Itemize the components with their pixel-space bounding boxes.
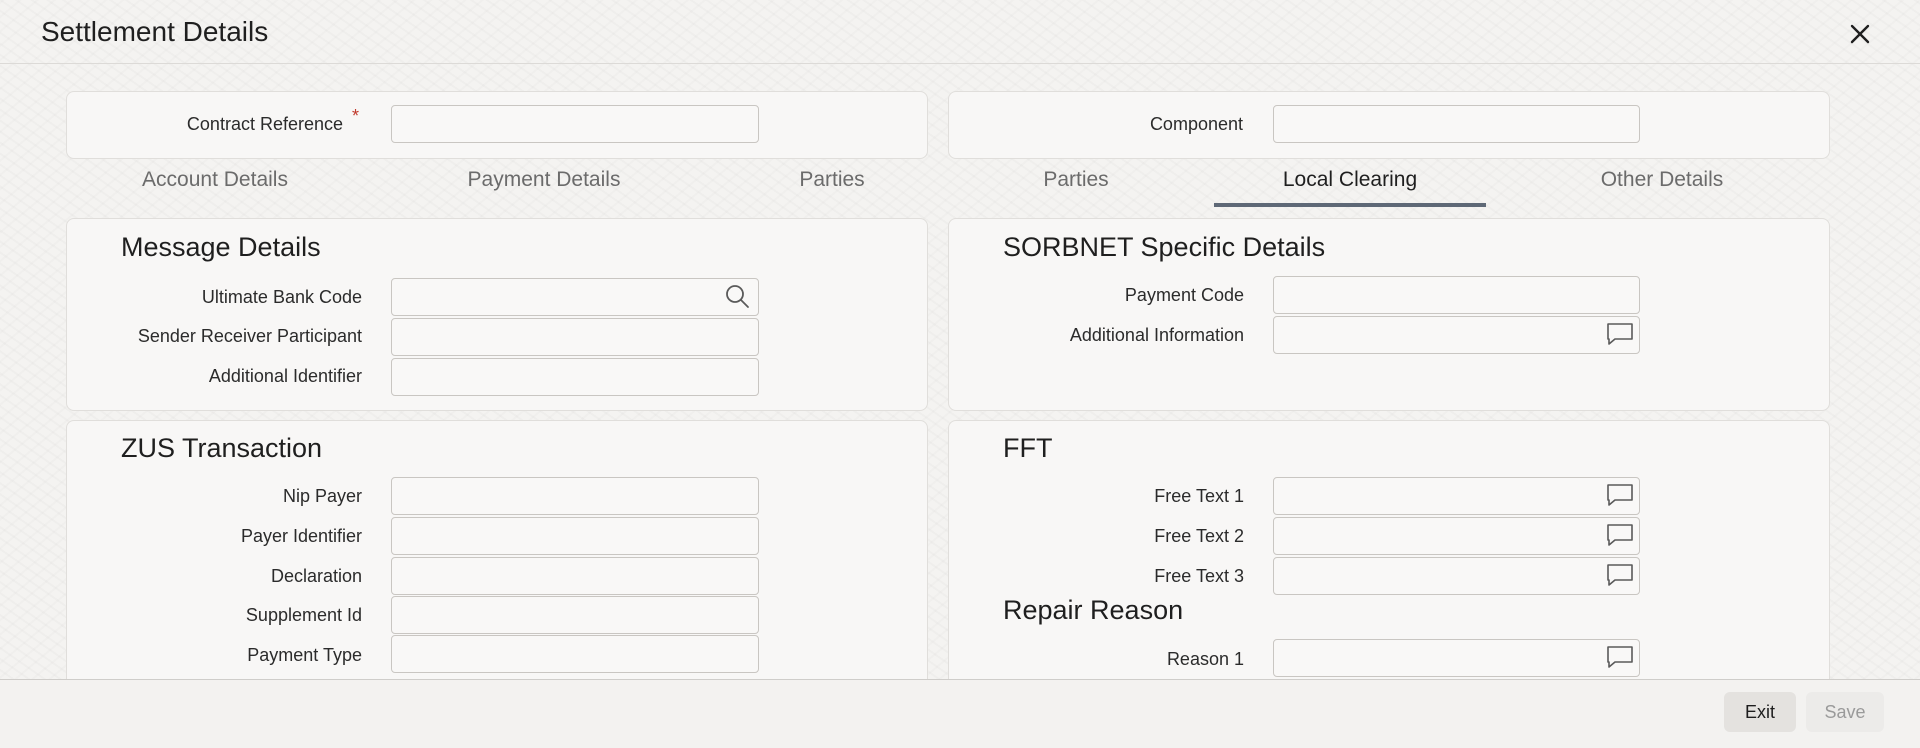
free-text-3-input[interactable] (1273, 557, 1640, 595)
dialog-title: Settlement Details (41, 16, 269, 47)
repair-reason-title: Repair Reason (1003, 595, 1184, 625)
tab-payment-details[interactable]: Payment Details (446, 168, 642, 206)
declaration-input[interactable] (391, 557, 759, 595)
component-label: Component (1149, 114, 1243, 134)
additional-information-label: Additional Information (1069, 325, 1244, 345)
component-input[interactable] (1273, 105, 1640, 143)
free-text-3-label: Free Text 3 (1154, 566, 1244, 586)
contract-reference-input[interactable] (391, 105, 759, 143)
payment-code-input[interactable] (1273, 276, 1640, 314)
tab-other-details[interactable]: Other Details (1572, 168, 1752, 206)
fft-title: FFT (1003, 433, 1053, 463)
exit-button[interactable]: Exit (1724, 692, 1796, 732)
tab-local-clearing[interactable]: Local Clearing (1214, 168, 1486, 206)
supplement-id-input[interactable] (391, 596, 759, 634)
free-text-2-comment-button[interactable] (1605, 520, 1635, 550)
free-text-2-input[interactable] (1273, 517, 1640, 555)
additional-identifier-label: Additional Identifier (208, 366, 362, 386)
declaration-label: Declaration (270, 566, 362, 586)
ultimate-bank-code-search-button[interactable] (722, 281, 752, 311)
free-text-1-label: Free Text 1 (1154, 486, 1244, 506)
comment-icon (1607, 646, 1633, 668)
close-button[interactable] (1844, 18, 1876, 50)
close-icon (1850, 24, 1870, 44)
nip-payer-label: Nip Payer (282, 486, 362, 506)
tab-account-details[interactable]: Account Details (120, 168, 310, 206)
comment-icon (1607, 564, 1633, 586)
search-icon (726, 285, 749, 308)
ultimate-bank-code-input[interactable] (391, 278, 759, 316)
comment-icon (1607, 323, 1633, 345)
required-marker: * (352, 106, 360, 126)
dialog-footer (0, 679, 1920, 748)
nip-payer-input[interactable] (391, 477, 759, 515)
payment-type-label: Payment Type (247, 645, 362, 665)
additional-information-comment-button[interactable] (1605, 319, 1635, 349)
reason-1-label: Reason 1 (1166, 649, 1244, 669)
save-button[interactable]: Save (1806, 692, 1884, 732)
free-text-1-input[interactable] (1273, 477, 1640, 515)
free-text-3-comment-button[interactable] (1605, 560, 1635, 590)
payer-identifier-input[interactable] (391, 517, 759, 555)
tab-parties-2[interactable]: Parties (1016, 168, 1136, 206)
contract-reference-label: Contract Reference (186, 114, 343, 134)
ultimate-bank-code-label: Ultimate Bank Code (201, 287, 362, 307)
payer-identifier-label: Payer Identifier (240, 526, 362, 546)
payment-type-input[interactable] (391, 635, 759, 673)
supplement-id-label: Supplement Id (245, 605, 362, 625)
dialog-header: Settlement Details (0, 0, 1920, 64)
additional-information-input[interactable] (1273, 316, 1640, 354)
comment-icon (1607, 484, 1633, 506)
reason-1-comment-button[interactable] (1605, 642, 1635, 672)
zus-transaction-title: ZUS Transaction (121, 433, 323, 463)
message-details-title: Message Details (121, 232, 321, 262)
comment-icon (1607, 524, 1633, 546)
additional-identifier-input[interactable] (391, 358, 759, 396)
payment-code-label: Payment Code (1124, 285, 1244, 305)
sender-receiver-participant-label: Sender Receiver Participant (137, 326, 362, 346)
free-text-2-label: Free Text 2 (1154, 526, 1244, 546)
sorbnet-title: SORBNET Specific Details (1003, 232, 1326, 262)
tab-parties-1[interactable]: Parties (772, 168, 892, 206)
reason-1-input[interactable] (1273, 639, 1640, 677)
active-tab-indicator (1214, 203, 1486, 207)
free-text-1-comment-button[interactable] (1605, 480, 1635, 510)
sender-receiver-participant-input[interactable] (391, 318, 759, 356)
